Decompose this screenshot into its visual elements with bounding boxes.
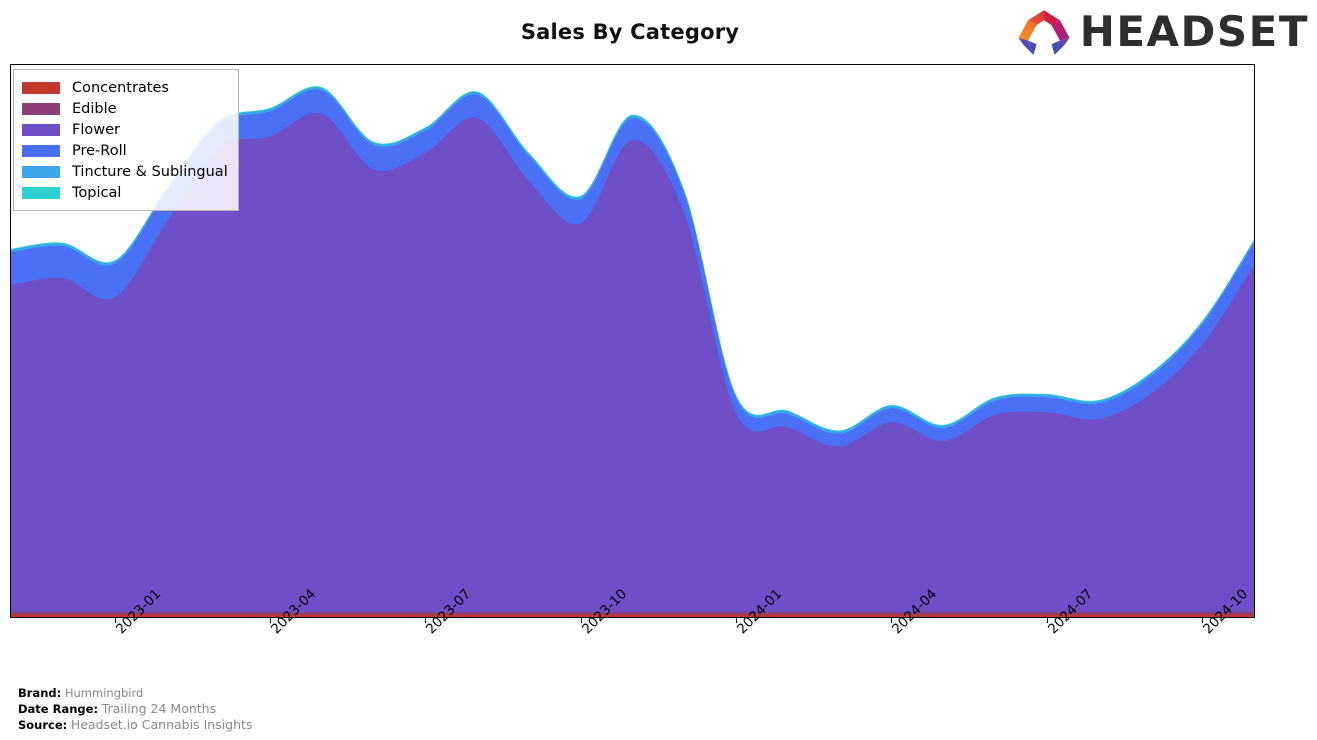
- headset-wordmark: HEADSET: [1079, 7, 1309, 56]
- legend-swatch-pre-roll: [22, 144, 60, 157]
- footer-row-date-range: Date Range: Trailing 24 Months: [18, 701, 252, 717]
- legend-label-concentrates: Concentrates: [72, 79, 169, 96]
- legend-label-topical: Topical: [72, 184, 122, 201]
- legend-item-concentrates[interactable]: Concentrates: [22, 77, 228, 98]
- chart-plot-area: Concentrates Edible Flower Pre-Roll Tinc…: [10, 64, 1255, 618]
- footer-value-source: Headset.io Cannabis Insights: [70, 717, 253, 732]
- legend-item-topical[interactable]: Topical: [22, 182, 228, 203]
- chart-header: Sales By Category HEADSET: [0, 0, 1317, 64]
- footer-key-source: Source:: [18, 718, 68, 732]
- chart-footer: Brand: Hummingbird Date Range: Trailing …: [18, 686, 252, 733]
- legend-item-edible[interactable]: Edible: [22, 98, 228, 119]
- legend-item-pre-roll[interactable]: Pre-Roll: [22, 140, 228, 161]
- footer-row-brand: Brand: Hummingbird: [18, 686, 252, 701]
- footer-key-brand: Brand:: [18, 686, 62, 700]
- legend-label-edible: Edible: [72, 100, 117, 117]
- footer-row-source: Source: Headset.io Cannabis Insights: [18, 717, 252, 733]
- x-axis: 2023-01 2023-04 2023-07 2023-10 2024-01 2024-…: [10, 586, 1255, 680]
- legend-swatch-flower: [22, 123, 60, 136]
- legend-item-flower[interactable]: Flower: [22, 119, 228, 140]
- legend-label-flower: Flower: [72, 121, 120, 138]
- legend-swatch-tincture-sublingual: [22, 165, 60, 178]
- legend-swatch-topical: [22, 186, 60, 199]
- legend-item-tincture-sublingual[interactable]: Tincture & Sublingual: [22, 161, 228, 182]
- legend-swatch-edible: [22, 102, 60, 115]
- footer-key-date-range: Date Range:: [18, 702, 99, 716]
- legend-label-pre-roll: Pre-Roll: [72, 142, 127, 159]
- headset-hexagon-logo-icon: [1018, 10, 1070, 55]
- footer-value-date-range: Trailing 24 Months: [101, 701, 217, 716]
- legend-label-tincture-sublingual: Tincture & Sublingual: [72, 163, 228, 180]
- headset-brand-logo: HEADSET: [1017, 6, 1309, 58]
- chart-legend: Concentrates Edible Flower Pre-Roll Tinc…: [13, 69, 239, 211]
- footer-value-brand: Hummingbird: [64, 686, 144, 700]
- legend-swatch-concentrates: [22, 81, 60, 94]
